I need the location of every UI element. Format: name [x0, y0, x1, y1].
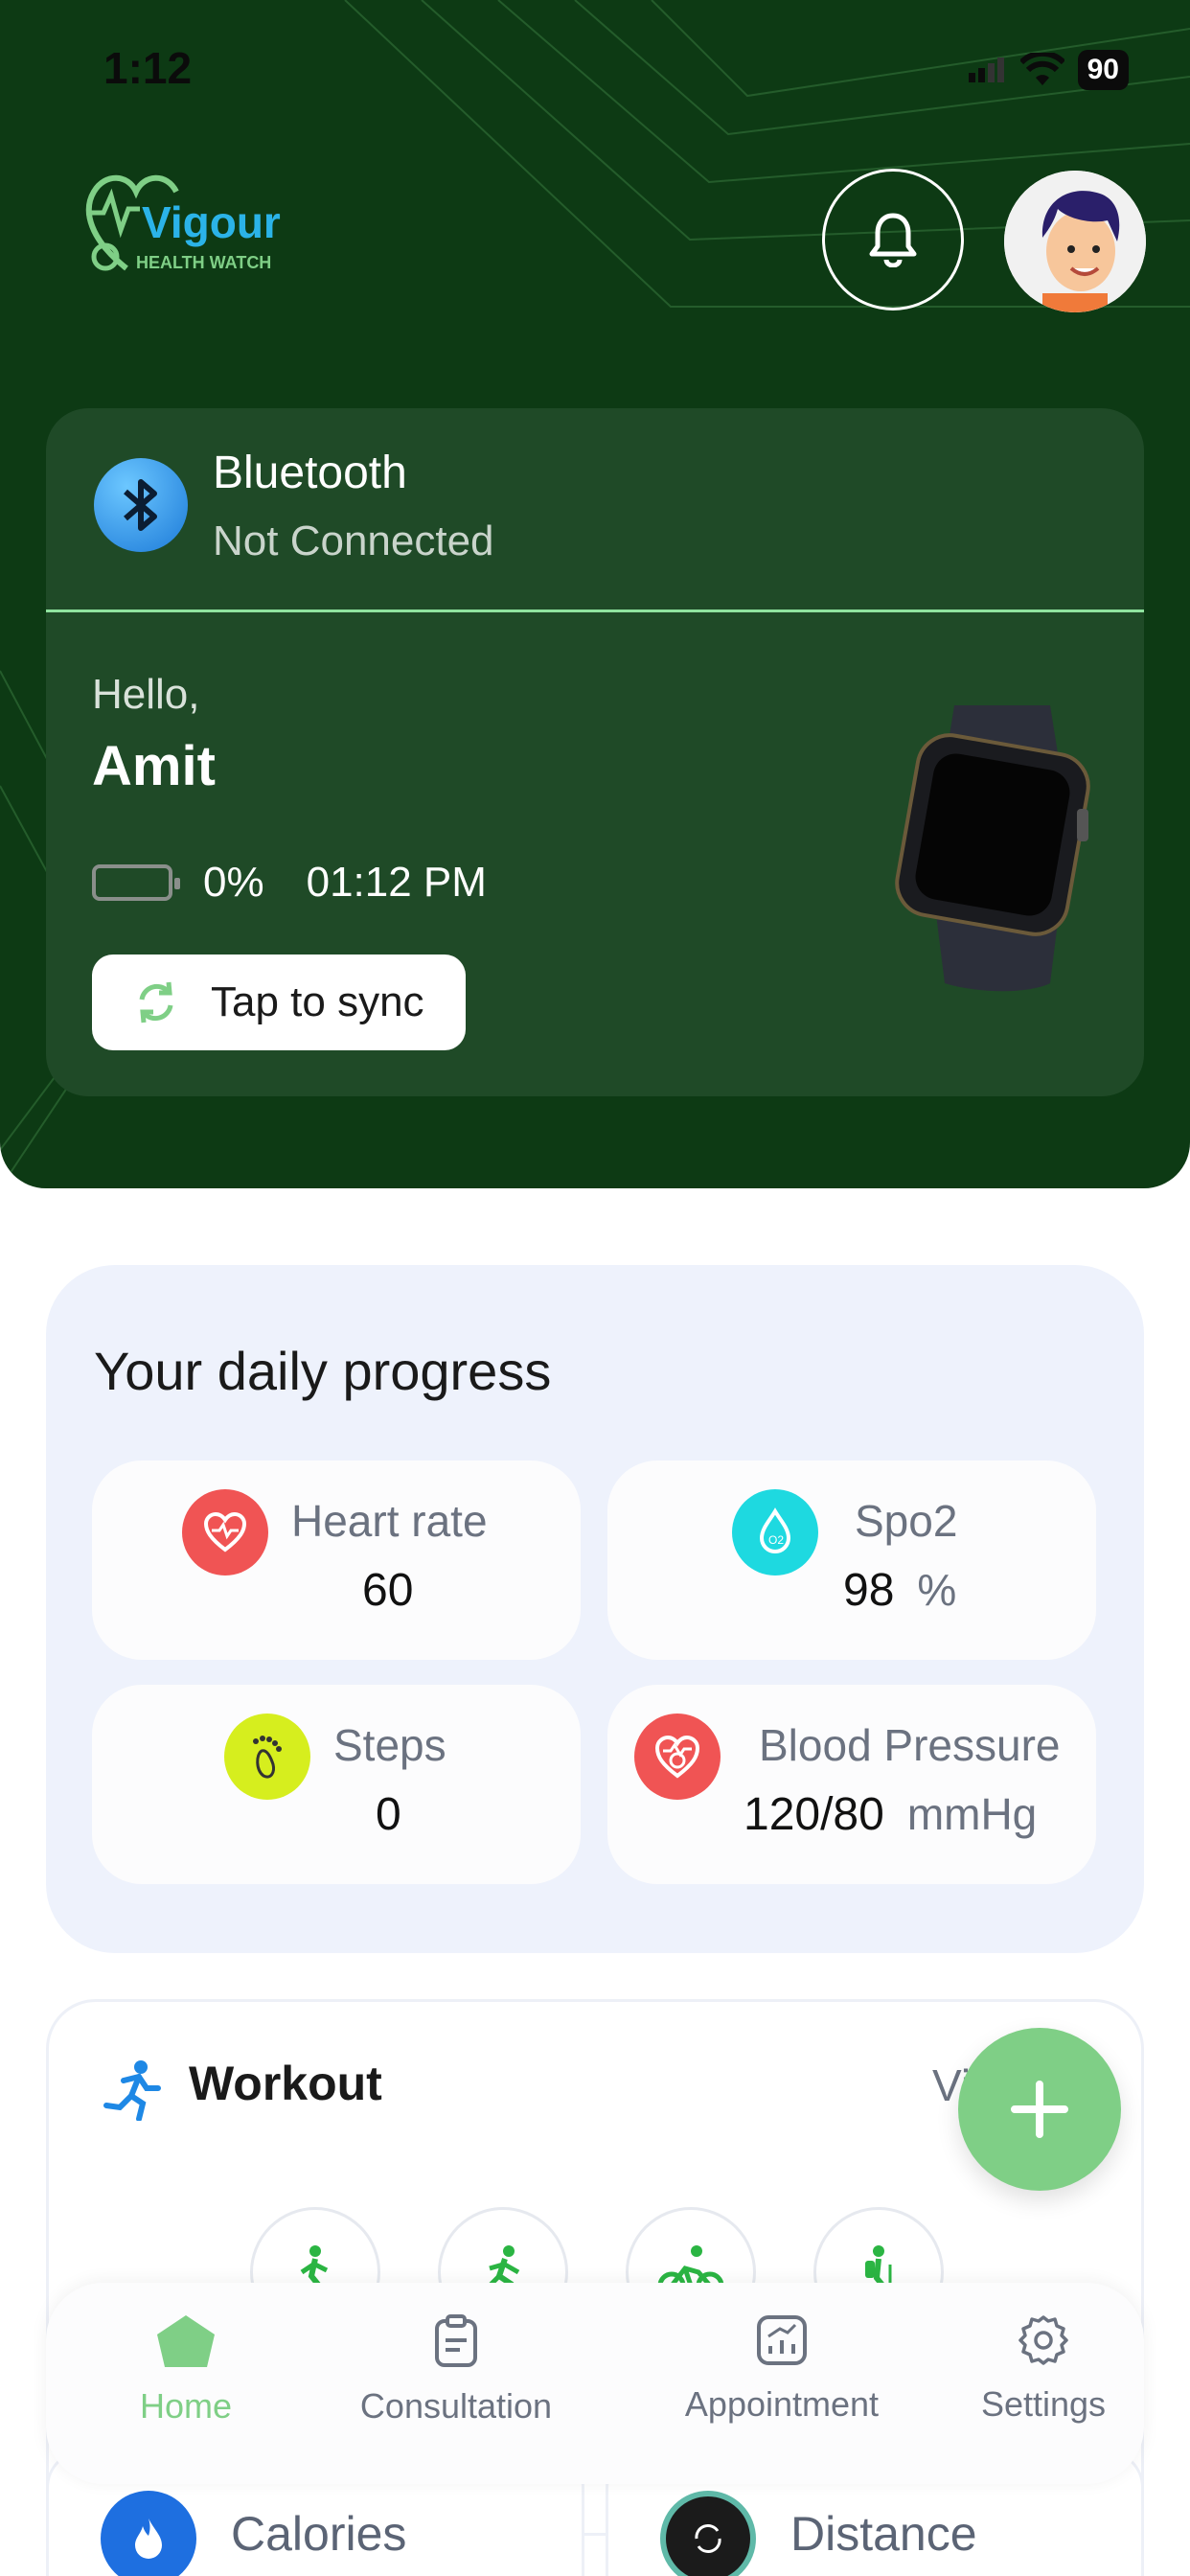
profile-avatar[interactable]: [1004, 171, 1146, 312]
steps-label: Steps: [333, 1720, 446, 1770]
logo-tagline: HEALTH WATCH: [136, 253, 271, 272]
logo-name: Vigour: [142, 197, 281, 247]
greeting: Hello,: [92, 671, 200, 718]
notifications-button[interactable]: [822, 169, 964, 310]
device-card: Bluetooth Not Connected Hello, Amit 0% 0…: [46, 408, 1144, 1096]
tab-settings[interactable]: Settings: [943, 2313, 1144, 2425]
daily-progress-title: Your daily progress: [94, 1341, 552, 1401]
tab-settings-label: Settings: [980, 2384, 1107, 2424]
bottom-tab-bar: Home Consultation Appointment Settings: [46, 2283, 1144, 2484]
device-battery-row: 0% 01:12 PM: [92, 859, 487, 907]
steps-tile[interactable]: Steps 0: [92, 1685, 581, 1884]
blood-pressure-tile[interactable]: Blood Pressure 120/80 mmHg: [607, 1685, 1096, 1884]
heart-rate-tile[interactable]: Heart rate 60: [92, 1460, 581, 1660]
sync-icon: [139, 981, 173, 1024]
blood-pressure-unit: mmHg: [906, 1789, 1038, 1839]
gear-icon: [1018, 2315, 1068, 2365]
svg-text:O2: O2: [768, 1533, 784, 1547]
workout-title: Workout: [189, 2057, 382, 2110]
tap-to-sync-button[interactable]: Tap to sync: [92, 954, 466, 1050]
tab-appointment[interactable]: Appointment: [629, 2313, 935, 2425]
spo2-value-row: 98%: [843, 1564, 956, 1617]
status-bar: 1:12 90: [0, 42, 1190, 100]
running-icon: [103, 2060, 161, 2121]
daily-progress-card: Your daily progress Heart rate 60 O2 Spo…: [46, 1265, 1144, 1953]
bell-icon: [869, 213, 917, 267]
heart-rate-value: 60: [362, 1565, 414, 1616]
clipboard-icon: [435, 2314, 477, 2367]
spo2-value: 98: [843, 1565, 895, 1616]
header: 1:12 90 Vigour HEALTH WATCH Bluetooth No…: [0, 0, 1190, 1188]
bluetooth-status: Not Connected: [213, 518, 494, 564]
bluetooth-title: Bluetooth: [213, 448, 407, 498]
distance-icon: [660, 2491, 756, 2576]
device-sync-time: 01:12 PM: [306, 859, 487, 906]
user-name: Amit: [92, 735, 216, 797]
device-battery-percent: 0%: [203, 859, 264, 906]
footprint-icon: [224, 1714, 310, 1800]
blood-pressure-label: Blood Pressure: [759, 1720, 1061, 1770]
battery-indicator: 90: [1077, 50, 1129, 90]
blood-pressure-value-row: 120/80 mmHg: [744, 1788, 1037, 1841]
heart-rate-icon: [182, 1489, 268, 1576]
app-logo: Vigour HEALTH WATCH: [80, 153, 291, 288]
steps-value: 0: [376, 1789, 401, 1840]
tab-consultation-label: Consultation: [359, 2386, 553, 2426]
tab-appointment-label: Appointment: [684, 2384, 880, 2424]
spo2-label: Spo2: [855, 1496, 958, 1546]
smartwatch-image: [839, 696, 1108, 1022]
distance-label: Distance: [790, 2507, 977, 2561]
flame-icon: [101, 2491, 196, 2576]
bluetooth-icon: [94, 458, 188, 552]
wifi-icon: [1019, 53, 1064, 85]
tab-home[interactable]: Home: [92, 2313, 280, 2426]
spo2-icon: O2: [732, 1489, 818, 1576]
blood-pressure-value: 120/80: [744, 1789, 884, 1840]
signal-icon: [968, 58, 1004, 82]
plus-icon: [1011, 2081, 1068, 2138]
chart-icon: [757, 2315, 807, 2365]
device-battery-icon: [92, 864, 180, 901]
divider: [46, 610, 1144, 612]
sync-label: Tap to sync: [211, 978, 424, 1025]
home-icon: [157, 2315, 215, 2367]
avatar-image: [1004, 171, 1146, 312]
blood-pressure-icon: [634, 1714, 721, 1800]
spo2-unit: %: [917, 1565, 957, 1615]
heart-rate-label: Heart rate: [291, 1496, 488, 1546]
status-time: 1:12: [103, 43, 193, 93]
tab-home-label: Home: [139, 2386, 233, 2426]
spo2-tile[interactable]: O2 Spo2 98%: [607, 1460, 1096, 1660]
add-button[interactable]: [958, 2028, 1121, 2191]
status-icons: 90: [968, 50, 1129, 90]
calories-label: Calories: [231, 2507, 407, 2561]
tab-consultation[interactable]: Consultation: [303, 2313, 609, 2426]
